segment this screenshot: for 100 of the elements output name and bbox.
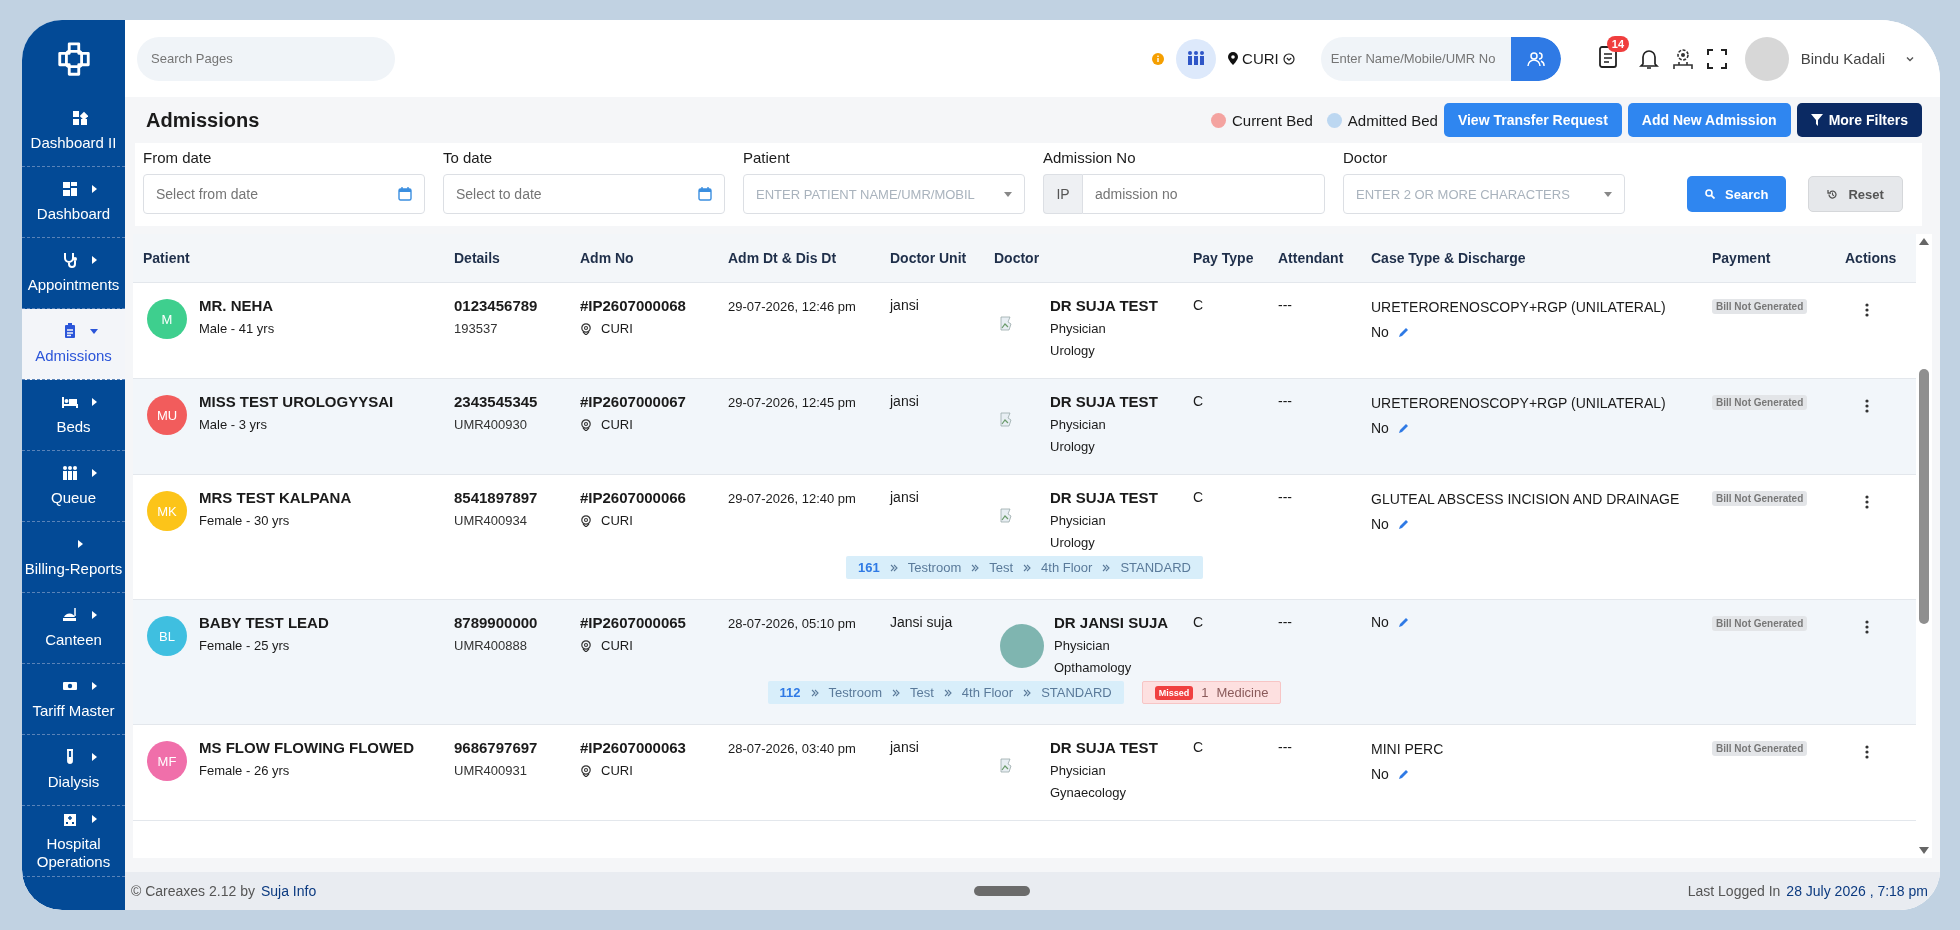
- more-options-icon[interactable]: [1865, 495, 1869, 509]
- column-header: Payment: [1711, 250, 1772, 266]
- case-type: URETERORENOSCOPY+RGP (UNILATERAL): [1371, 298, 1667, 317]
- filter-icon: [1810, 114, 1823, 126]
- more-options-icon[interactable]: [1865, 303, 1869, 317]
- doctor-unit: jansi: [888, 738, 920, 757]
- doctor-role: Physician: [1050, 763, 1107, 778]
- pencil-icon[interactable]: [1397, 768, 1410, 781]
- patient-search-field[interactable]: Enter Name/Mobile/UMR No: [1320, 36, 1561, 81]
- doctor-name: DR SUJA TEST: [1050, 393, 1158, 410]
- search-button[interactable]: Search: [1687, 176, 1787, 212]
- bell-icon[interactable]: [1638, 47, 1659, 70]
- input-field[interactable]: admission no: [1082, 174, 1325, 214]
- patient-name[interactable]: MS FLOW FLOWING FLOWED: [199, 739, 414, 756]
- more-options-icon[interactable]: [1865, 399, 1869, 413]
- more-options-icon[interactable]: [1865, 745, 1869, 759]
- people-icon[interactable]: [1176, 38, 1217, 79]
- case-type: URETERORENOSCOPY+RGP (UNILATERAL): [1371, 394, 1667, 413]
- page-title: Admissions: [146, 108, 260, 132]
- patient-name[interactable]: MRS TEST KALPANA: [199, 489, 352, 506]
- pencil-icon[interactable]: [1397, 518, 1410, 531]
- field-label: Patient: [743, 149, 791, 166]
- case-type: MINI PERC: [1371, 740, 1445, 759]
- patient-info: Male - 3 yrs: [199, 417, 268, 432]
- discharge-status: No: [1371, 516, 1389, 533]
- double-chevron-icon: [1023, 563, 1032, 572]
- date-field[interactable]: Select to date: [443, 174, 725, 214]
- bed-location-chip: 112 Testroom Test 4th Floor STANDARD: [767, 681, 1124, 704]
- umr-number: UMR400888: [454, 638, 528, 653]
- drag-handle[interactable]: [973, 886, 1030, 896]
- patient-name[interactable]: BABY TEST LEAD: [199, 614, 329, 631]
- patient-name[interactable]: MR. NEHA: [199, 297, 275, 314]
- reset-button[interactable]: Reset: [1808, 176, 1903, 212]
- column-header: Case Type & Discharge: [1370, 250, 1527, 266]
- date-field[interactable]: Select from date: [143, 174, 425, 214]
- pay-type: C: [1192, 738, 1205, 757]
- sidebar-item[interactable]: Admissions: [22, 309, 125, 380]
- pencil-icon[interactable]: [1397, 616, 1410, 628]
- doctor-role: Physician: [1050, 321, 1107, 336]
- admission-number[interactable]: #IP2607000065: [580, 614, 718, 631]
- search-input[interactable]: Enter Name/Mobile/UMR No: [1320, 51, 1511, 66]
- double-chevron-icon: [943, 688, 952, 697]
- doctor-name: DR SUJA TEST: [1050, 739, 1158, 756]
- discharge-status: No: [1371, 766, 1389, 783]
- attendant: ---: [1277, 296, 1293, 315]
- doctor-department: Urology: [1050, 535, 1096, 550]
- admission-date: 28-07-2026, 03:40 pm: [727, 740, 857, 758]
- column-header: Patient: [142, 250, 191, 266]
- column-header: Attendant: [1277, 250, 1345, 266]
- grid-icon: [71, 110, 88, 126]
- umr-number: 193537: [454, 321, 499, 336]
- action-button[interactable]: More Filters: [1796, 103, 1922, 137]
- user-name[interactable]: Bindu Kadali: [1800, 50, 1885, 67]
- admission-number[interactable]: #IP2607000063: [580, 739, 718, 756]
- location-icon: [580, 418, 592, 431]
- location-pin-icon: [1228, 52, 1239, 65]
- admission-number[interactable]: #IP2607000067: [580, 393, 718, 410]
- admission-number[interactable]: #IP2607000068: [580, 297, 718, 314]
- location-label[interactable]: CURI: [1242, 50, 1279, 67]
- attendant: ---: [1277, 392, 1293, 411]
- column-header: Doctor: [993, 250, 1041, 266]
- more-options-icon[interactable]: [1865, 620, 1869, 634]
- stethoscope-icon: [61, 252, 78, 268]
- patient-search-button[interactable]: [1510, 36, 1561, 81]
- legend-label: Current Bed: [1231, 111, 1313, 129]
- column-header: Doctor Unit: [889, 250, 968, 266]
- location-label: CURI: [601, 638, 633, 653]
- action-button[interactable]: Add New Admission: [1627, 103, 1791, 137]
- company-link[interactable]: Suja Info: [260, 883, 317, 899]
- bed-location-chip: 161 Testroom Test 4th Floor STANDARD: [846, 556, 1203, 579]
- patient-info: Female - 30 yrs: [199, 513, 291, 528]
- case-type: GLUTEAL ABSCESS INCISION AND DRAINAGE: [1371, 490, 1681, 509]
- column-header: Actions: [1844, 250, 1898, 266]
- pencil-icon[interactable]: [1397, 326, 1410, 339]
- double-chevron-icon: [1102, 563, 1111, 572]
- fullscreen-icon[interactable]: [1706, 48, 1727, 69]
- chevron-down-icon[interactable]: [1282, 52, 1295, 65]
- location-icon: [580, 322, 592, 335]
- action-button[interactable]: View Transfer Request: [1443, 103, 1622, 137]
- patient-name[interactable]: MISS TEST UROLOGYYSAI: [199, 393, 394, 410]
- search-field[interactable]: Search Pages: [137, 36, 395, 81]
- doctor-unit: jansi: [888, 488, 920, 507]
- doctor-unit: jansi: [888, 392, 920, 411]
- discharge-status: No: [1371, 420, 1389, 437]
- phone-number: 2343545345: [454, 393, 539, 410]
- phone-number: 9686797697: [454, 739, 539, 756]
- pay-type: C: [1192, 392, 1205, 411]
- hospital-icon: [61, 811, 78, 827]
- scroll-up-icon[interactable]: [1919, 238, 1929, 245]
- column-header: Details: [453, 250, 501, 266]
- location-icon: [580, 514, 592, 527]
- admission-date: 29-07-2026, 12:46 pm: [727, 298, 857, 316]
- pencil-icon[interactable]: [1397, 422, 1410, 435]
- bed-icon: [61, 394, 78, 410]
- field-label: To date: [443, 149, 494, 166]
- missed-badge: Missed: [1154, 685, 1194, 700]
- last-login-label: Last Logged In: [1687, 883, 1781, 899]
- patient-info: Female - 25 yrs: [199, 638, 291, 653]
- scroll-down-icon[interactable]: [1919, 847, 1929, 854]
- admission-number[interactable]: #IP2607000066: [580, 489, 718, 506]
